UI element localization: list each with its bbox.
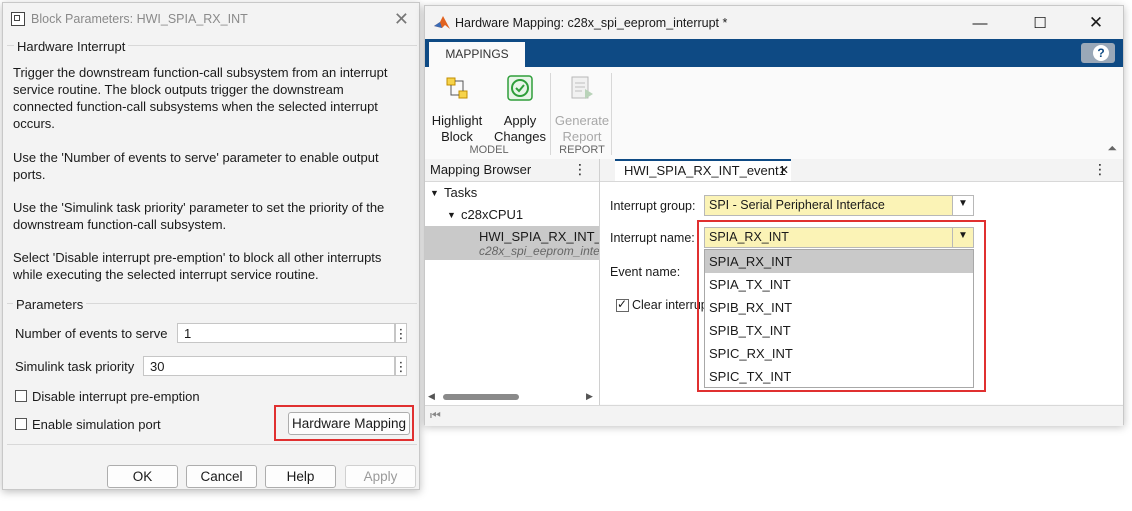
tab-mappings-label: MAPPINGS [445,47,509,61]
hardware-mapping-titlebar: Hardware Mapping: c28x_spi_eeprom_interr… [425,6,1123,40]
tab-close-icon[interactable]: ✕ [779,163,789,177]
document-tab-strip: HWI_SPIA_RX_INT_event1 ✕ ⋮ [600,159,1123,182]
simulink-block-icon [11,12,25,26]
events-help-line-2: ports. [13,167,46,182]
block-parameters-dialog: Block Parameters: HWI_SPIA_RX_INT ✕ Hard… [2,2,420,490]
clear-interrupt-checkbox[interactable]: ✓ [616,297,629,312]
tree-item-event-label: HWI_SPIA_RX_INT_ev [479,229,599,244]
scrollbar-thumb[interactable] [443,394,519,400]
mapping-browser: Mapping Browser ⋮ ▼ Tasks ▼ c28xCPU1 HWI… [425,159,1123,426]
tab-hwi-event1-label: HWI_SPIA_RX_INT_event1 [624,163,786,178]
events-options-icon[interactable]: ⋮ [395,323,408,343]
description-line-3: connected function-call subsystems when … [13,99,378,114]
preemption-help-line-2: while executing the selected interrupt s… [13,267,319,282]
events-label: Number of events to serve [15,326,168,341]
tree-item-tasks[interactable]: Tasks [444,185,477,200]
cpu-expand-icon[interactable]: ▼ [447,210,456,220]
browser-horizontal-scrollbar[interactable]: ◀ ▶ [425,391,599,403]
help-button[interactable]: Help [265,465,336,488]
browser-footer: ⏮ [425,405,1123,426]
highlight-block-button[interactable]: Highlight Block [429,73,485,144]
tree-item-event[interactable]: HWI_SPIA_RX_INT_ev c28x_spi_eeprom_inte [425,226,599,260]
apply-changes-button[interactable]: Apply Changes [491,73,549,144]
parameters-title: Parameters [13,296,87,313]
highlight-block-icon [446,77,468,99]
description-line-1: Trigger the downstream function-call sub… [13,65,388,80]
priority-help-line-2: downstream function-call subsystem. [13,217,227,232]
description-line-2: service routine. The block outputs trigg… [13,82,344,97]
help-button[interactable]: ? [1081,43,1115,63]
events-input[interactable]: 1 [177,323,395,343]
scroll-left-icon[interactable]: ◀ [428,391,435,402]
collapse-ribbon-icon[interactable]: ⏶ [1107,141,1117,156]
mapping-browser-title: Mapping Browser [430,162,532,177]
maximize-icon[interactable]: ☐ [1017,6,1063,40]
events-help-line-1: Use the 'Number of events to serve' para… [13,150,379,165]
document-menu-icon[interactable]: ⋮ [1093,161,1107,178]
apply-changes-label: Apply Changes [493,113,547,144]
help-icon: ? [1093,45,1109,61]
report-group-label: REPORT [559,144,605,156]
section-title: Hardware Interrupt [14,38,129,55]
tree-item-event-sublabel: c28x_spi_eeprom_inte [479,244,599,258]
apply-changes-icon [507,75,533,101]
tab-mappings[interactable]: MAPPINGS [429,42,525,67]
minimize-icon[interactable]: — [957,6,1003,40]
priority-options-icon[interactable]: ⋮ [395,356,408,376]
description-line-4: occurs. [13,116,55,131]
block-parameters-titlebar: Block Parameters: HWI_SPIA_RX_INT ✕ [3,3,419,37]
close-icon[interactable]: ✕ [394,9,409,30]
ok-button[interactable]: OK [107,465,178,488]
apply-button[interactable]: Apply [345,465,416,488]
enable-sim-port-checkbox[interactable] [15,418,27,430]
hardware-mapping-annotation [274,405,414,441]
chevron-down-icon: ▼ [958,198,968,209]
ribbon-divider-2 [611,73,612,155]
interrupt-name-label: Interrupt name: [610,231,695,245]
scroll-right-icon[interactable]: ▶ [586,391,593,402]
priority-label: Simulink task priority [15,359,135,374]
tree-item-cpu[interactable]: c28xCPU1 [461,207,523,222]
tasks-expand-icon[interactable]: ▼ [430,188,439,198]
priority-input[interactable]: 30 [143,356,395,376]
disable-preemption-checkbox[interactable] [15,390,27,402]
highlight-block-label: Highlight Block [431,113,483,144]
interrupt-group-value: SPI - Serial Peripheral Interface [709,198,885,212]
checkmark-icon: ✓ [617,297,628,311]
generate-report-icon [571,76,593,99]
preemption-help-line-1: Select 'Disable interrupt pre-emption' t… [13,250,382,265]
interrupt-group-label: Interrupt group: [610,199,696,213]
cancel-button[interactable]: Cancel [186,465,257,488]
model-group-label: MODEL [469,144,509,156]
dropdown-annotation [697,220,986,392]
hardware-mapping-title: Hardware Mapping: c28x_spi_eeprom_interr… [455,16,728,30]
ribbon-divider [550,73,551,155]
mapping-browser-header: Mapping Browser ⋮ [425,159,599,182]
generate-report-label: Generate Report [554,113,610,144]
enable-sim-port-label: Enable simulation port [32,417,161,432]
priority-help-line-1: Use the 'Simulink task priority' paramet… [13,200,385,215]
interrupt-group-select[interactable]: SPI - Serial Peripheral Interface ▼ [704,195,974,216]
mapping-browser-menu-icon[interactable]: ⋮ [573,161,587,178]
ribbon-tab-strip: MAPPINGS ? [425,39,1123,67]
disable-preemption-label: Disable interrupt pre-emption [32,389,200,404]
close-icon[interactable]: ✕ [1073,6,1119,40]
event-name-label: Event name: [610,265,681,279]
collapse-panel-icon[interactable]: ⏮ [430,408,441,423]
matlab-logo-icon [434,16,450,29]
tab-hwi-event1[interactable]: HWI_SPIA_RX_INT_event1 ✕ [615,159,791,181]
generate-report-button[interactable]: Generate Report [553,73,611,144]
interrupt-group-dropdown-button[interactable]: ▼ [952,196,973,215]
block-parameters-title: Block Parameters: HWI_SPIA_RX_INT [31,12,248,26]
ribbon: Highlight Block Apply Changes MODEL Gene… [425,67,1123,160]
